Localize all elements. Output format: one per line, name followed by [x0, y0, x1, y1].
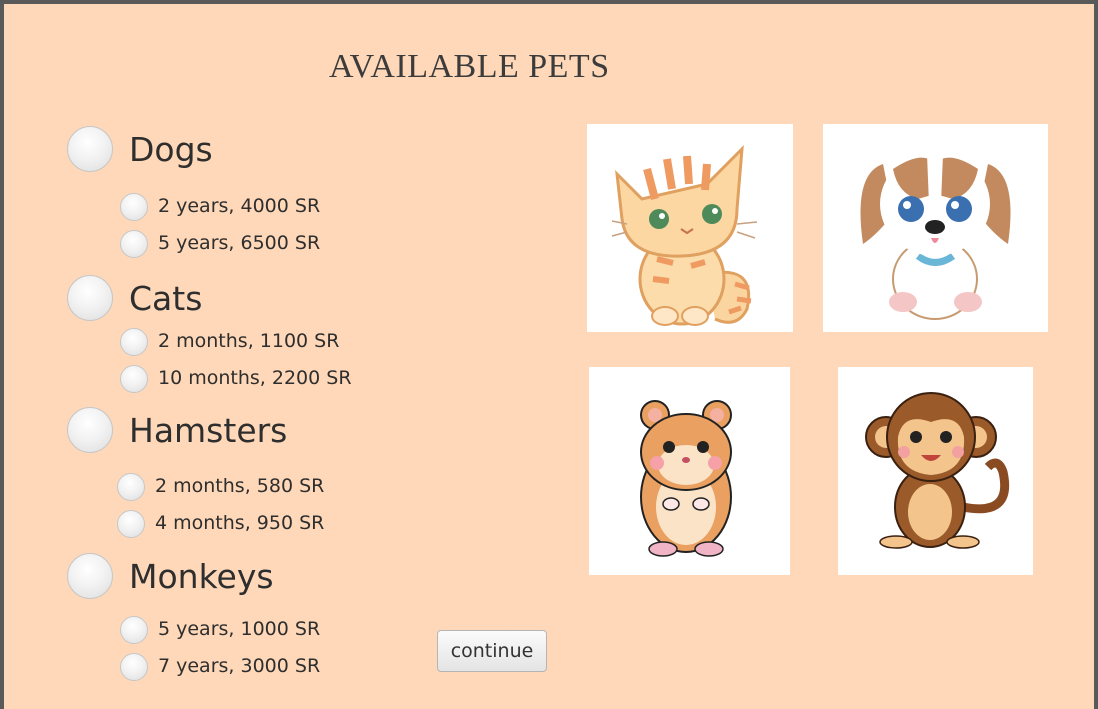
monkeys-option-2-radio[interactable]	[120, 653, 148, 681]
hamsters-label: Hamsters	[129, 411, 288, 450]
dogs-label: Dogs	[129, 130, 213, 169]
dogs-option-1-label: 2 years, 4000 SR	[158, 195, 321, 217]
hamsters-option-2-radio[interactable]	[117, 510, 145, 538]
dogs-option-2-radio[interactable]	[120, 230, 148, 258]
dogs-option-1-radio[interactable]	[120, 193, 148, 221]
dogs-option-2-label: 5 years, 6500 SR	[158, 232, 321, 254]
cats-option-1-radio[interactable]	[120, 328, 148, 356]
cats-option-2-radio[interactable]	[120, 365, 148, 393]
cats-option-1-label: 2 months, 1100 SR	[158, 330, 340, 352]
monkeys-radio[interactable]	[67, 553, 113, 599]
hamsters-radio[interactable]	[67, 407, 113, 453]
page-title: AVAILABLE PETS	[329, 48, 610, 85]
pets-window: AVAILABLE PETS Dogs 2 years, 4000 SR 5 y…	[4, 4, 1094, 709]
monkeys-option-1-radio[interactable]	[120, 616, 148, 644]
cats-option-2-label: 10 months, 2200 SR	[158, 367, 352, 389]
hamster-icon	[589, 367, 790, 575]
monkey-icon	[838, 367, 1033, 575]
hamsters-option-1-radio[interactable]	[117, 473, 145, 501]
dogs-radio[interactable]	[67, 126, 113, 172]
hamsters-option-2-label: 4 months, 950 SR	[155, 512, 325, 534]
monkeys-label: Monkeys	[129, 557, 274, 596]
cats-label: Cats	[129, 279, 203, 318]
cats-radio[interactable]	[67, 275, 113, 321]
hamsters-option-1-label: 2 months, 580 SR	[155, 475, 325, 497]
dog-icon	[823, 124, 1048, 332]
monkeys-option-1-label: 5 years, 1000 SR	[158, 618, 321, 640]
cat-icon	[587, 124, 793, 332]
continue-button[interactable]: continue	[437, 630, 547, 672]
monkeys-option-2-label: 7 years, 3000 SR	[158, 655, 321, 677]
